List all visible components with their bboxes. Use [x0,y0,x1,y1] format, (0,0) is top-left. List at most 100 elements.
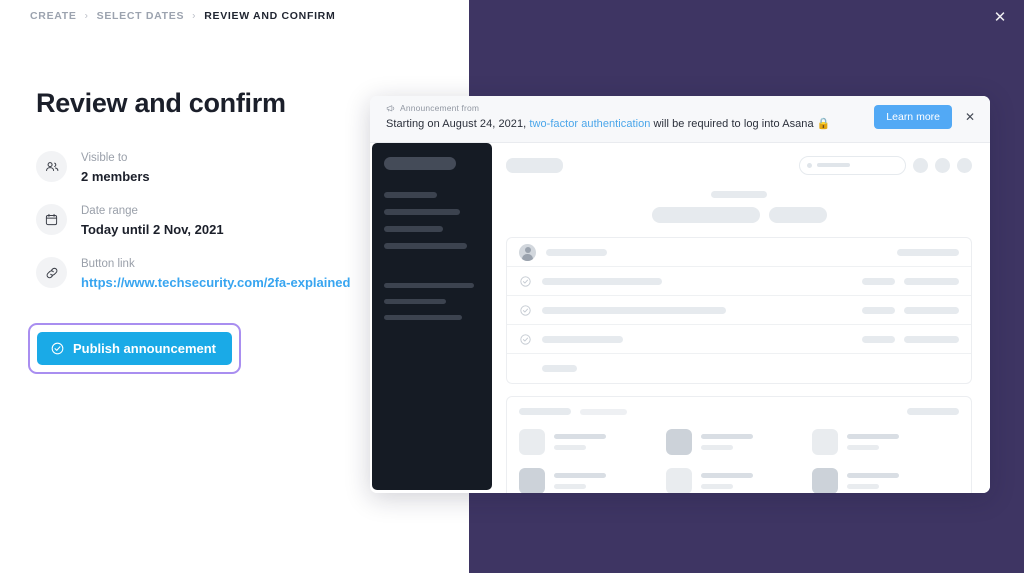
board-row [519,429,959,455]
screen-root: ✕ CREATE › SELECT DATES › REVIEW AND CON… [0,0,1024,573]
review-panel: Review and confirm Visible to 2 members [28,88,436,374]
row-tail [897,248,959,256]
search-input-placeholder[interactable] [799,155,906,175]
breadcrumb-item-select-dates[interactable]: SELECT DATES [97,10,185,22]
detail-label: Date range [81,205,138,218]
row-meta-placeholder [897,248,959,256]
board-item-lines [554,473,606,489]
hero-skeleton [506,191,972,223]
search-icon [807,162,812,168]
board-card-header [519,408,959,415]
row-meta-placeholder [862,306,895,314]
table-row [507,354,971,383]
row-meta-placeholder [862,277,895,285]
link-icon [36,257,67,289]
topbar-title-placeholder [506,157,563,173]
row-meta-placeholder [862,335,895,343]
chevron-right-icon: › [84,10,89,21]
row-meta-placeholder [904,335,959,343]
task-list-card-skeleton [506,237,972,384]
row-tail [862,277,959,285]
hero-button-placeholder [651,207,760,223]
banner-text-after: will be required to log into Asana [650,118,817,130]
detail-value: 2 members [81,168,150,184]
app-preview-body [370,143,990,493]
board-item-thumb [665,429,692,455]
detail-row-button-link: Button link https://www.techsecurity.com… [36,255,436,292]
board-item-line [700,473,753,478]
board-item-line [554,473,606,478]
detail-row-date-range: Date range Today until 2 Nov, 2021 [36,202,436,239]
page-title: Review and confirm [36,88,286,118]
row-title-placeholder [542,306,726,314]
publish-button-label: Publish announcement [73,340,217,356]
check-circle-icon [519,304,532,317]
learn-more-button[interactable]: Learn more [874,105,952,129]
board-item-line [847,445,880,450]
app-topbar-skeleton [506,153,972,177]
banner-actions: Learn more ✕ [874,105,978,129]
detail-value: Today until 2 Nov, 2021 [81,221,224,237]
hero-buttons-placeholder [506,207,972,223]
table-row [507,325,971,354]
board-item-lines [847,434,900,450]
board-item-line [847,434,900,439]
hero-button-placeholder [768,207,827,223]
search-placeholder-line [817,163,850,167]
announcement-banner: Announcement from Starting on August 24,… [370,96,990,143]
topbar-avatar-placeholder [913,157,928,173]
detail-label: Visible to [81,152,128,164]
row-meta-placeholder [904,306,959,314]
board-item [519,429,666,455]
table-row [507,267,971,296]
board-item-lines [700,473,753,489]
banner-inline-link[interactable]: two-factor authentication [529,118,650,130]
board-item-lines [554,434,606,450]
board-item-line [700,445,733,450]
board-item-line [700,434,753,439]
board-item-thumb [665,468,692,493]
banner-close-icon[interactable]: ✕ [962,109,978,125]
detail-row-visible-to: Visible to 2 members [36,149,436,186]
check-circle-icon [50,341,65,356]
topbar-avatar-placeholder [957,157,972,173]
board-item [812,468,959,493]
row-title-placeholder [546,248,607,256]
board-header-placeholder [580,408,627,415]
board-header-placeholder [907,408,959,415]
board-item-line [554,434,606,439]
board-header-placeholder [519,408,571,415]
board-item-thumb [812,468,839,493]
board-item-line [700,484,733,489]
board-item-line [847,473,900,478]
board-card-skeleton [506,396,972,493]
topbar-avatar-placeholder [935,157,950,173]
board-item-line [554,445,586,450]
check-circle-icon [519,333,532,346]
row-footer-placeholder [542,365,577,372]
calendar-icon [36,204,67,236]
board-item-line [554,484,586,489]
board-item [519,468,666,493]
chevron-right-icon: › [192,10,197,21]
board-item-thumb [519,429,545,455]
detail-label: Button link [81,258,135,271]
app-main-skeleton [500,143,990,493]
table-row [507,296,971,325]
breadcrumb-item-review-and-confirm[interactable]: REVIEW AND CONFIRM [204,10,335,22]
people-icon [36,151,67,182]
topbar-right-group [799,155,972,175]
button-link-url[interactable]: https://www.techsecurity.com/2fa-explain… [81,273,350,293]
board-item-line [847,484,880,489]
check-circle-icon [519,275,532,288]
avatar [519,243,536,261]
close-icon[interactable]: ✕ [989,6,1011,28]
breadcrumb-item-create[interactable]: CREATE [30,10,77,22]
publish-announcement-button[interactable]: Publish announcement [37,331,233,365]
table-row [507,238,971,267]
board-item [812,429,959,455]
board-item [665,468,813,493]
row-tail [862,335,959,343]
row-meta-placeholder [904,277,959,285]
row-title-placeholder [542,277,662,285]
